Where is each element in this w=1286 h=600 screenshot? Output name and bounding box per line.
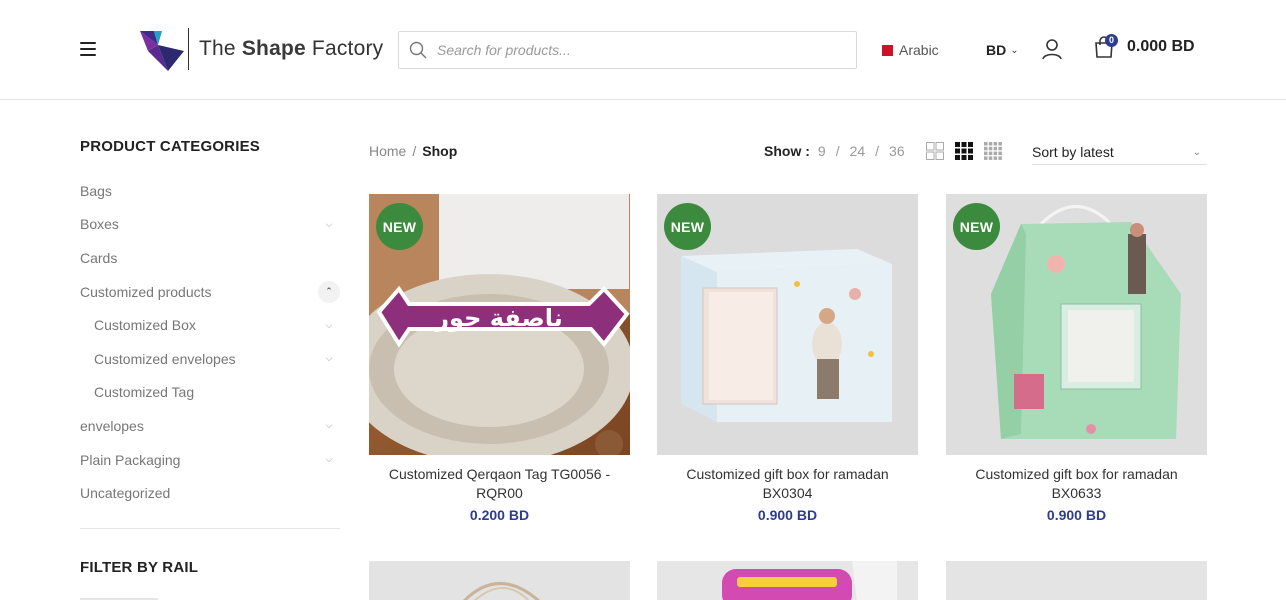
grid-view-switcher — [926, 142, 1002, 160]
breadcrumb: Home / Shop — [369, 143, 457, 159]
product-image[interactable]: ناصفة حور NEW — [369, 194, 630, 455]
category-label: Customized Box — [94, 317, 196, 334]
category-item-uncategorized[interactable]: Uncategorized — [80, 476, 340, 510]
chevron-down-icon[interactable]: ⌵ — [322, 217, 336, 231]
chevron-down-icon[interactable]: ⌵ — [322, 352, 336, 366]
category-label: Customized Tag — [94, 384, 195, 401]
product-card: NEW Customized gift box for ramadan BX03… — [657, 194, 918, 523]
per-page-separator: / — [835, 143, 840, 159]
site-header: The Shape Factory Arabic BD ⌄ — [0, 0, 1286, 100]
sort-selected-label: Sort by latest — [1032, 144, 1114, 160]
category-item-envelopes[interactable]: envelopes ⌵ — [80, 409, 340, 443]
product-card: NEW Customized gift box for ramadan BX06… — [946, 194, 1207, 523]
breadcrumb-separator: / — [412, 143, 417, 159]
chevron-up-icon[interactable]: ⌃ — [318, 280, 340, 303]
category-label: Cards — [80, 249, 118, 266]
new-badge: NEW — [664, 203, 711, 250]
chevron-down-icon[interactable]: ⌵ — [322, 453, 336, 467]
account-icon[interactable] — [1041, 38, 1063, 60]
category-item-customized-products[interactable]: Customized products ⌃ — [80, 275, 340, 309]
sidebar-divider — [80, 528, 340, 529]
category-label: Plain Packaging — [80, 451, 181, 468]
search-box — [398, 31, 857, 69]
per-page-option[interactable]: 9 — [818, 143, 826, 159]
product-image[interactable]: NEW — [946, 194, 1207, 455]
cart-icon: 0 — [1094, 34, 1118, 58]
kraft-bag-image — [369, 561, 630, 600]
category-item-boxes[interactable]: Boxes ⌵ — [80, 208, 340, 242]
search-input[interactable] — [437, 33, 837, 67]
category-label: Customized envelopes — [94, 350, 236, 367]
pink-tag-image — [657, 561, 918, 600]
sidebar: PRODUCT CATEGORIES Bags Boxes ⌵ Cards Cu… — [80, 138, 340, 600]
category-label: Customized products — [80, 283, 212, 300]
breadcrumb-home[interactable]: Home — [369, 143, 406, 159]
language-switcher[interactable]: Arabic — [882, 42, 939, 58]
product-title[interactable]: Customized Qerqaon Tag TG0056 - RQR00 — [369, 465, 630, 503]
language-label: Arabic — [899, 42, 939, 58]
chevron-down-icon[interactable]: ⌵ — [322, 419, 336, 433]
grid-2-icon[interactable] — [926, 142, 944, 160]
per-page-option[interactable]: 36 — [889, 143, 905, 159]
category-item-bags[interactable]: Bags — [80, 174, 340, 208]
category-list: Bags Boxes ⌵ Cards Customized products ⌃… — [80, 174, 340, 510]
category-label: Bags — [80, 182, 112, 199]
sort-select[interactable]: Sort by latest ⌄ — [1032, 140, 1207, 165]
product-image[interactable]: NEW — [657, 194, 918, 455]
category-label: Boxes — [80, 216, 119, 233]
grid-4-icon[interactable] — [984, 142, 1002, 160]
category-item-cards[interactable]: Cards — [80, 241, 340, 275]
product-price: 0.900 BD — [1046, 507, 1107, 523]
product-title[interactable]: Customized gift box for ramadan BX0633 — [946, 465, 1207, 503]
category-item-customized-envelopes[interactable]: Customized envelopes ⌵ — [80, 342, 340, 376]
categories-title: PRODUCT CATEGORIES — [80, 138, 260, 155]
cart-button[interactable]: 0 0.000 BD — [1094, 34, 1195, 58]
per-page-label: Show : — [764, 143, 810, 159]
menu-icon[interactable] — [80, 42, 96, 56]
tag-text: ناصفة حور — [434, 304, 563, 332]
product-price: 0.900 BD — [757, 507, 818, 523]
chevron-down-icon: ⌄ — [1192, 146, 1201, 158]
cart-total: 0.000 BD — [1127, 38, 1195, 55]
product-price: 0.200 BD — [469, 507, 530, 523]
chevron-down-icon[interactable]: ⌵ — [322, 318, 336, 332]
product-card: ناصفة حور NEW Customized Qerqaon Tag TG0… — [369, 194, 630, 523]
category-item-plain-packaging[interactable]: Plain Packaging ⌵ — [80, 443, 340, 477]
category-label: envelopes — [80, 417, 144, 434]
category-item-customized-box[interactable]: Customized Box ⌵ — [80, 308, 340, 342]
new-badge: NEW — [953, 203, 1000, 250]
logo-mark-icon — [140, 31, 184, 71]
category-item-customized-tag[interactable]: Customized Tag — [80, 376, 340, 410]
new-badge: NEW — [376, 203, 423, 250]
product-image[interactable] — [946, 561, 1207, 600]
currency-switcher[interactable]: BD ⌄ — [986, 42, 1019, 58]
filter-title: FILTER BY RAIL — [80, 559, 199, 576]
breadcrumb-current: Shop — [422, 143, 458, 159]
logo-divider — [188, 28, 189, 70]
grid-3-icon[interactable] — [955, 142, 973, 160]
chevron-down-icon: ⌄ — [1010, 44, 1019, 56]
bahrain-flag-icon — [882, 44, 893, 56]
per-page-selector: Show : 9 / 24 / 36 — [764, 143, 905, 159]
logo-text: The Shape Factory — [199, 37, 384, 60]
product-image-placeholder — [946, 561, 1207, 600]
per-page-option[interactable]: 24 — [850, 143, 866, 159]
product-image[interactable] — [657, 561, 918, 600]
search-icon[interactable] — [399, 32, 437, 68]
cart-count-badge: 0 — [1105, 34, 1118, 47]
category-label: Uncategorized — [80, 485, 171, 502]
currency-label: BD — [986, 42, 1007, 58]
product-title[interactable]: Customized gift box for ramadan BX0304 — [657, 465, 918, 503]
site-logo[interactable]: The Shape Factory — [140, 26, 383, 72]
per-page-separator: / — [875, 143, 880, 159]
product-image[interactable] — [369, 561, 630, 600]
